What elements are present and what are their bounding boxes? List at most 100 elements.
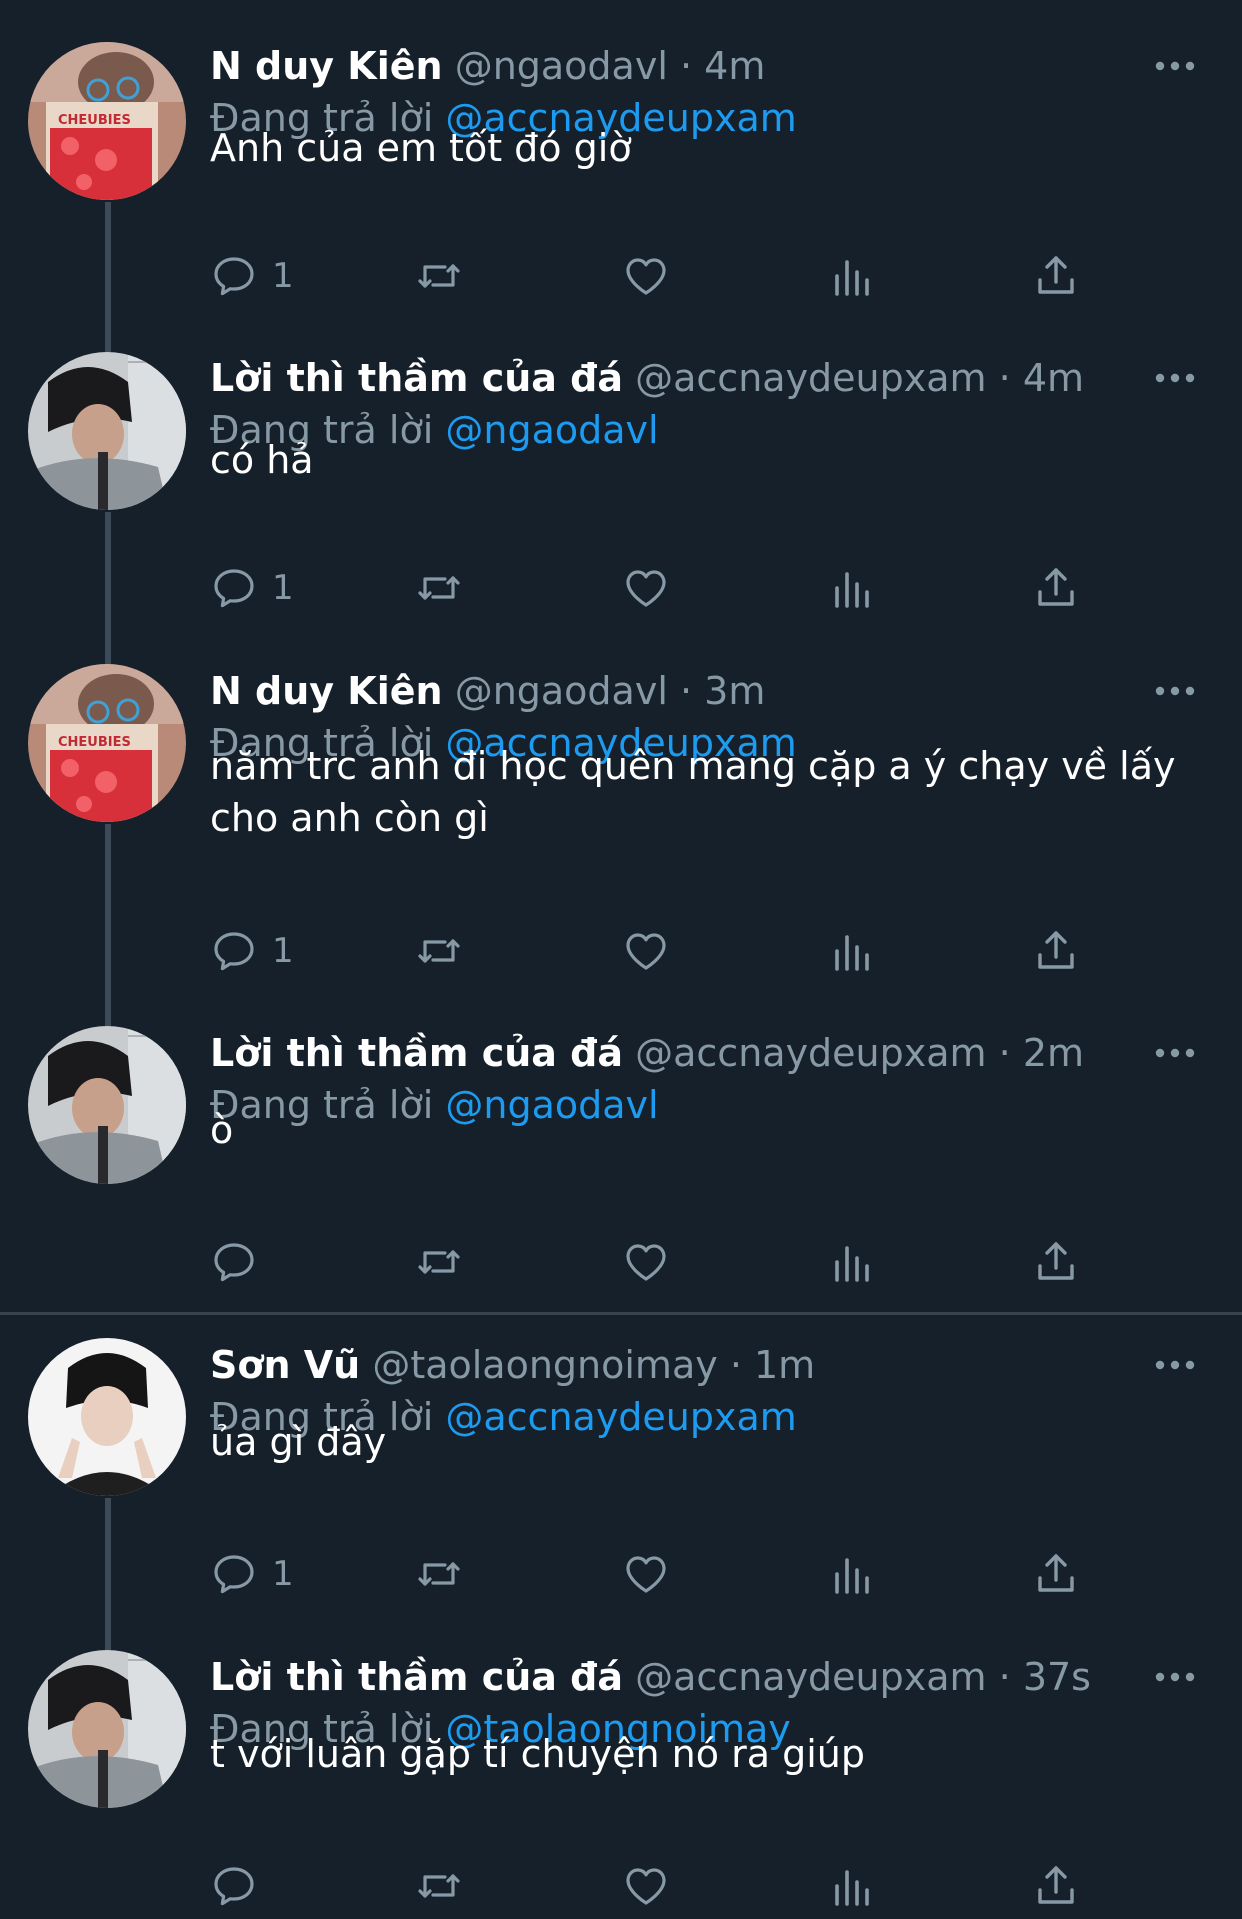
heart-icon — [622, 1238, 670, 1286]
reply-button[interactable]: 1 — [210, 921, 294, 981]
analytics-button[interactable] — [827, 1856, 875, 1916]
timestamp[interactable]: 2m — [1023, 1031, 1084, 1075]
more-icon[interactable] — [1152, 683, 1198, 699]
more-icon[interactable] — [1152, 58, 1198, 74]
tweet-text: năm trc anh đi học quên mang cặp a ý chạ… — [210, 744, 1176, 840]
avatar-ngaodavl[interactable]: CHEUBIES — [28, 42, 186, 200]
display-name[interactable]: N duy Kiên — [210, 44, 443, 88]
avatar-ngaodavl[interactable]: CHEUBIES — [28, 664, 186, 822]
heart-icon — [622, 927, 670, 975]
tweet-text: có hả — [210, 438, 314, 482]
tweet-actions-bar — [210, 1856, 1110, 1916]
thread-connector-line — [105, 824, 111, 1026]
share-icon — [1032, 927, 1080, 975]
avatar-accnaydeupxam[interactable] — [28, 1026, 186, 1184]
display-name[interactable]: N duy Kiên — [210, 669, 443, 713]
share-button[interactable] — [1032, 246, 1080, 306]
tweet-text: ò — [210, 1108, 234, 1152]
separator-dot: · — [667, 669, 705, 713]
share-button[interactable] — [1032, 921, 1080, 981]
analytics-icon — [827, 564, 875, 612]
tweet-actions-bar: 1 — [210, 558, 1110, 618]
reply-button[interactable] — [210, 1856, 272, 1916]
more-icon[interactable] — [1152, 1669, 1198, 1685]
tweet-header: Lời thì thầm của đá @accnaydeupxam · 4m — [210, 352, 1152, 404]
reply-button[interactable]: 1 — [210, 1544, 294, 1604]
heart-icon — [622, 564, 670, 612]
timestamp[interactable]: 4m — [1023, 356, 1084, 400]
heart-icon — [622, 1862, 670, 1910]
user-handle[interactable]: @ngaodavl — [455, 44, 668, 88]
user-handle[interactable]: @taolaongnoimay — [372, 1343, 717, 1387]
display-name[interactable]: Lời thì thầm của đá — [210, 1655, 623, 1699]
tweet-header: Lời thì thầm của đá @accnaydeupxam · 37s — [210, 1651, 1152, 1703]
timestamp[interactable]: 4m — [704, 44, 765, 88]
tweet-header: N duy Kiên @ngaodavl · 4m — [210, 40, 1152, 92]
reply-count: 1 — [272, 256, 294, 296]
analytics-icon — [827, 1862, 875, 1910]
reply-count: 1 — [272, 1554, 294, 1594]
user-handle[interactable]: @accnaydeupxam — [635, 1031, 986, 1075]
share-button[interactable] — [1032, 558, 1080, 618]
avatar-accnaydeupxam[interactable] — [28, 1650, 186, 1808]
reply-button[interactable]: 1 — [210, 558, 294, 618]
retweet-icon — [415, 927, 463, 975]
display-name[interactable]: Sơn Vũ — [210, 1343, 360, 1387]
display-name[interactable]: Lời thì thầm của đá — [210, 356, 623, 400]
retweet-button[interactable] — [415, 246, 463, 306]
timestamp[interactable]: 1m — [754, 1343, 815, 1387]
timestamp[interactable]: 37s — [1023, 1655, 1091, 1699]
retweet-button[interactable] — [415, 1232, 463, 1292]
timestamp[interactable]: 3m — [704, 669, 765, 713]
analytics-icon — [827, 927, 875, 975]
more-icon[interactable] — [1152, 1045, 1198, 1061]
analytics-button[interactable] — [827, 1232, 875, 1292]
share-button[interactable] — [1032, 1232, 1080, 1292]
like-button[interactable] — [622, 1232, 670, 1292]
reply-button[interactable]: 1 — [210, 246, 294, 306]
analytics-icon — [827, 252, 875, 300]
reply-timeline: CHEUBIES N duy Kiên @ngaodavl · 4m Đang t… — [0, 0, 1242, 1919]
reply-icon — [210, 1238, 258, 1286]
user-handle[interactable]: @accnaydeupxam — [635, 356, 986, 400]
reply-icon — [210, 927, 258, 975]
avatar-accnaydeupxam[interactable] — [28, 352, 186, 510]
like-button[interactable] — [622, 1856, 670, 1916]
more-icon[interactable] — [1152, 1357, 1198, 1373]
analytics-button[interactable] — [827, 558, 875, 618]
retweet-button[interactable] — [415, 1856, 463, 1916]
reply-icon — [210, 564, 258, 612]
reply-count: 1 — [272, 931, 294, 971]
analytics-button[interactable] — [827, 246, 875, 306]
analytics-button[interactable] — [827, 1544, 875, 1604]
analytics-button[interactable] — [827, 921, 875, 981]
reply-button[interactable] — [210, 1232, 272, 1292]
more-icon[interactable] — [1152, 370, 1198, 386]
retweet-button[interactable] — [415, 921, 463, 981]
share-button[interactable] — [1032, 1856, 1080, 1916]
avatar-taolaongnoimay[interactable] — [28, 1338, 186, 1496]
user-handle[interactable]: @ngaodavl — [455, 669, 668, 713]
like-button[interactable] — [622, 558, 670, 618]
share-icon — [1032, 564, 1080, 612]
share-icon — [1032, 1238, 1080, 1286]
display-name[interactable]: Lời thì thầm của đá — [210, 1031, 623, 1075]
separator-dot: · — [717, 1343, 754, 1387]
analytics-icon — [827, 1238, 875, 1286]
share-button[interactable] — [1032, 1544, 1080, 1604]
like-button[interactable] — [622, 1544, 670, 1604]
svg-text:CHEUBIES: CHEUBIES — [58, 113, 131, 128]
retweet-icon — [415, 564, 463, 612]
thread-connector-line — [105, 1498, 111, 1650]
tweet-actions-bar: 1 — [210, 1544, 1110, 1604]
separator-dot: · — [986, 356, 1023, 400]
like-button[interactable] — [622, 246, 670, 306]
retweet-button[interactable] — [415, 1544, 463, 1604]
separator-dot: · — [667, 44, 705, 88]
like-button[interactable] — [622, 921, 670, 981]
retweet-icon — [415, 1238, 463, 1286]
user-handle[interactable]: @accnaydeupxam — [635, 1655, 986, 1699]
share-icon — [1032, 1862, 1080, 1910]
thread-connector-line — [105, 512, 111, 664]
retweet-button[interactable] — [415, 558, 463, 618]
